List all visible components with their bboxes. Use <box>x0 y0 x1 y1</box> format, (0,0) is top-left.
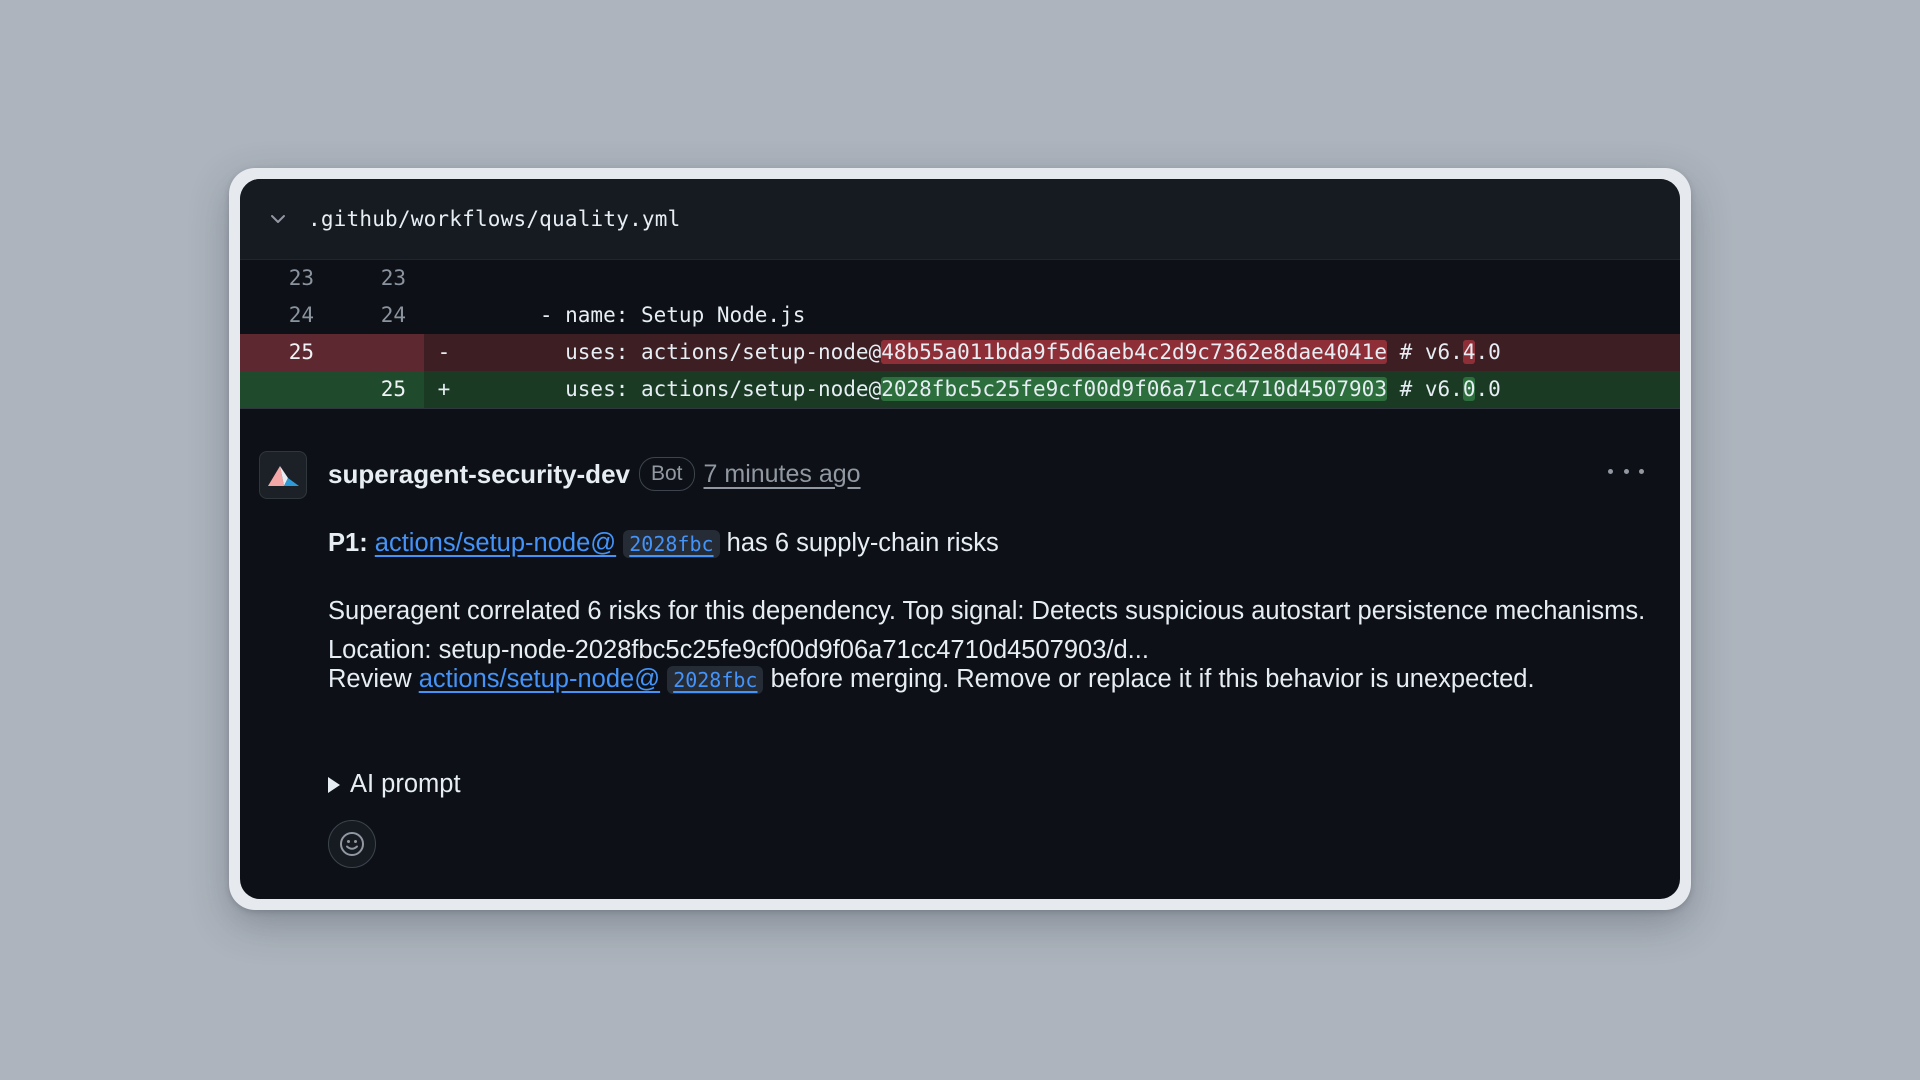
timestamp-link[interactable]: 7 minutes ago <box>704 460 861 489</box>
old-line-number[interactable] <box>240 371 332 408</box>
author-name[interactable]: superagent-security-dev <box>328 459 630 490</box>
chevron-down-icon[interactable] <box>266 207 290 231</box>
file-path[interactable]: .github/workflows/quality.yml <box>308 207 680 231</box>
review-prefix: Review <box>328 665 412 693</box>
added-hash: 2028fbc5c25fe9cf00d9f06a71cc4710d4507903 <box>881 377 1387 401</box>
removed-version: 4 <box>1462 340 1476 364</box>
code-suffix: .0 <box>1475 377 1501 401</box>
diff-row-added: 25 + uses: actions/setup-node@2028fbc5c2… <box>240 371 1680 408</box>
diff-code: uses: actions/setup-node@2028fbc5c25fe9c… <box>464 371 1680 408</box>
diff-row: 23 23 <box>240 260 1680 297</box>
new-line-number[interactable]: 25 <box>332 371 424 408</box>
code-suffix: .0 <box>1475 340 1501 364</box>
commit-sha-link[interactable]: 2028fbc <box>667 666 764 694</box>
new-line-number[interactable]: 23 <box>332 260 424 297</box>
code-prefix: uses: actions/setup-node@ <box>464 377 882 401</box>
avatar[interactable] <box>259 451 307 499</box>
dependency-link[interactable]: actions/setup-node@ <box>375 529 616 557</box>
diff-sign <box>424 297 464 334</box>
bot-badge: Bot <box>638 457 695 491</box>
priority-label: P1: <box>328 529 368 557</box>
review-card: .github/workflows/quality.yml 23 23 24 2… <box>240 179 1680 899</box>
old-line-number[interactable]: 23 <box>240 260 332 297</box>
diff-sign: + <box>437 377 451 401</box>
comment-review-line: Review actions/setup-node@ 2028fbc befor… <box>328 660 1648 700</box>
code-mid: # v6. <box>1386 377 1463 401</box>
code-prefix: uses: actions/setup-node@ <box>464 340 882 364</box>
ai-prompt-details-toggle[interactable]: AI prompt <box>328 770 461 799</box>
old-line-number[interactable]: 24 <box>240 297 332 334</box>
diff-row: 24 24 - name: Setup Node.js <box>240 297 1680 334</box>
commit-sha-link[interactable]: 2028fbc <box>623 530 720 558</box>
details-label: AI prompt <box>350 770 461 798</box>
diff-row-deleted: 25 - uses: actions/setup-node@48b55a011b… <box>240 334 1680 371</box>
comment-title: P1: actions/setup-node@ 2028fbc has 6 su… <box>328 524 1648 564</box>
diff-code: - name: Setup Node.js <box>464 303 806 327</box>
code-mid: # v6. <box>1386 340 1463 364</box>
old-line-number[interactable]: 25 <box>240 334 332 371</box>
diff-code: uses: actions/setup-node@48b55a011bda9f5… <box>464 334 1680 371</box>
smiley-icon[interactable] <box>328 820 376 868</box>
comment-meta: superagent-security-dev Bot 7 minutes ag… <box>328 457 861 491</box>
dependency-link[interactable]: actions/setup-node@ <box>419 665 660 693</box>
added-version: 0 <box>1462 377 1476 401</box>
diff-sign <box>424 260 464 297</box>
superagent-logo-icon <box>268 466 299 486</box>
new-line-number[interactable]: 24 <box>332 297 424 334</box>
title-suffix: has 6 supply-chain risks <box>726 529 999 557</box>
diff-code <box>464 260 1680 297</box>
new-line-number[interactable] <box>332 334 424 371</box>
file-header: .github/workflows/quality.yml <box>240 179 1680 260</box>
diff-sign: - <box>437 340 451 364</box>
divider <box>240 408 1680 409</box>
removed-hash: 48b55a011bda9f5d6aeb4c2d9c7362e8dae4041e <box>881 340 1387 364</box>
review-suffix: before merging. Remove or replace it if … <box>770 665 1535 693</box>
triangle-right-icon <box>328 776 340 793</box>
kebab-horizontal-icon[interactable] <box>1608 461 1644 481</box>
comment-description: Superagent correlated 6 risks for this d… <box>328 597 1646 664</box>
diff-table: 23 23 24 24 - name: Setup Node.js 25 - u… <box>240 260 1680 409</box>
